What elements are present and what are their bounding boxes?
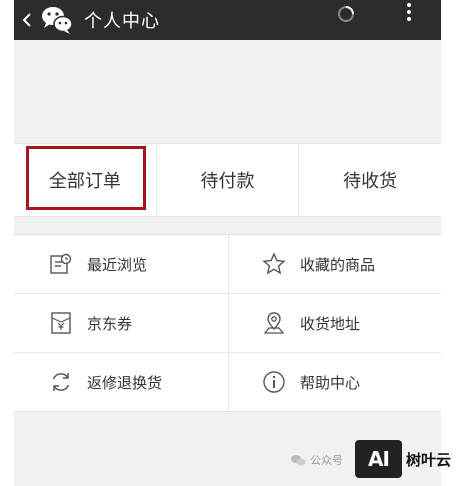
calendar-icon xyxy=(49,252,73,276)
loading-spinner-icon xyxy=(338,6,354,22)
menu-item-favorites[interactable]: 收藏的商品 xyxy=(262,235,441,293)
chevron-left-icon xyxy=(22,13,31,27)
info-icon xyxy=(262,370,286,394)
title-bar: 个人中心 xyxy=(14,0,441,40)
menu-item-label: 最近浏览 xyxy=(87,255,148,274)
location-pin-icon xyxy=(262,311,286,335)
menu-item-help-center[interactable]: 帮助中心 xyxy=(262,353,441,411)
wechat-small-icon xyxy=(291,455,306,466)
menu-item-jd-coupon[interactable]: 京东券 xyxy=(49,294,228,352)
menu-item-returns[interactable]: 返修退换货 xyxy=(49,353,228,411)
menu-item-label: 收藏的商品 xyxy=(300,255,376,274)
wechat-logo-icon xyxy=(42,7,73,34)
ai-logo: AI xyxy=(355,440,402,478)
menu-item-label: 返修退换货 xyxy=(87,373,163,392)
divider xyxy=(228,235,229,411)
tab-pending-payment[interactable]: 待付款 xyxy=(157,144,300,216)
menu-item-shipping-address[interactable]: 收货地址 xyxy=(262,294,441,352)
back-button[interactable] xyxy=(16,0,38,40)
menu-item-recent-browse[interactable]: 最近浏览 xyxy=(49,235,228,293)
menu-grid: 最近浏览 收藏的商品 京东券 收货地址 返修退换货 帮助中心 xyxy=(14,234,441,412)
watermark-text: 公众号 xyxy=(290,452,343,468)
ai-logo-text: AI xyxy=(368,447,390,471)
coupon-icon xyxy=(49,311,73,335)
watermark-label: 公众号 xyxy=(310,454,343,467)
star-icon xyxy=(262,252,286,276)
page-title: 个人中心 xyxy=(84,11,160,32)
page: 个人中心 全部订单 待付款 待收货 最近浏览 收藏的商品 京东券 收货地址 返修… xyxy=(14,0,441,486)
menu-item-label: 收货地址 xyxy=(300,314,361,333)
menu-item-label: 京东券 xyxy=(87,314,133,333)
more-vertical-icon xyxy=(407,3,411,7)
refresh-icon xyxy=(49,370,73,394)
tab-pending-receipt[interactable]: 待收货 xyxy=(299,144,441,216)
menu-item-label: 帮助中心 xyxy=(300,373,361,392)
order-tabs: 全部订单 待付款 待收货 xyxy=(14,143,441,217)
tab-all-orders[interactable]: 全部订单 xyxy=(14,144,157,216)
more-menu-button[interactable] xyxy=(399,0,419,24)
brand-name: 树叶云 xyxy=(406,451,452,469)
